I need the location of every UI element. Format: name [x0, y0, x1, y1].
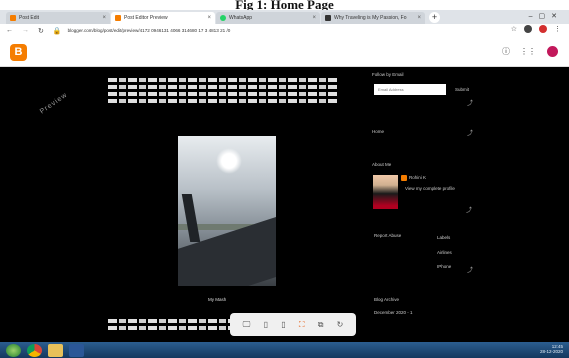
forward-icon[interactable]: → [22, 27, 29, 34]
text-line [108, 85, 338, 89]
plane-tail [181, 194, 201, 242]
window-controls[interactable]: –▢✕ [529, 12, 563, 20]
text-line [108, 319, 238, 323]
tab-whatsapp[interactable]: WhatsApp × [216, 12, 320, 24]
follow-by-email-heading: Follow by Email [372, 72, 404, 77]
profile-icon[interactable] [539, 25, 547, 33]
tab-label: Post Editor Preview [124, 15, 168, 21]
clock-date: 28-12-2020 [539, 349, 563, 354]
help-icon[interactable]: ⓘ [502, 46, 510, 57]
address-bar: ← → ↻ 🔒 blogger.com/blog/post/edit/previ… [0, 24, 569, 37]
tab-post-edit[interactable]: Post Edit × [6, 12, 110, 24]
sun-glare [216, 148, 242, 174]
tablet-preview-icon[interactable]: ▯ [264, 320, 268, 329]
app-bar-actions: ⓘ ⋮⋮ [502, 45, 559, 58]
blogger-logo-icon[interactable]: B [10, 44, 27, 61]
figure-caption: Fig 1: Home Page [0, 0, 569, 10]
windows-taskbar: 12:45 28-12-2020 [0, 342, 569, 358]
refresh-icon[interactable]: ↻ [337, 320, 344, 329]
close-tab-icon[interactable]: × [207, 15, 211, 21]
home-link[interactable]: Home [372, 129, 384, 134]
mobile-preview-icon[interactable]: ▯ [281, 320, 285, 329]
share-icon[interactable]: ⤴ [466, 205, 472, 214]
chrome-taskbar-icon[interactable] [27, 343, 42, 357]
back-icon[interactable]: ← [6, 27, 13, 34]
url-field[interactable]: blogger.com/blog/post/edit/preview/4172 … [68, 28, 231, 33]
copy-icon[interactable]: ⧉ [318, 320, 324, 330]
profile-name[interactable]: Rohini K [409, 175, 426, 180]
tab-label: Post Edit [19, 15, 40, 21]
close-tab-icon[interactable]: × [312, 15, 316, 21]
tab-label: Why Traveling is My Passion, Fo [334, 15, 407, 21]
reload-icon[interactable]: ↻ [38, 27, 44, 35]
tab-label: WhatsApp [229, 15, 253, 21]
post-body-text-bottom [108, 319, 238, 333]
report-abuse-link[interactable]: Report Abuse [374, 232, 401, 239]
file-explorer-icon[interactable] [48, 343, 63, 357]
desktop-preview-icon[interactable]: 🖵 [243, 320, 251, 330]
whatsapp-favicon-icon [220, 15, 226, 21]
page-favicon-icon [325, 15, 331, 21]
report-abuse-label: Report Abuse [374, 233, 402, 238]
menu-icon[interactable]: ⋮ [554, 25, 561, 33]
about-me-heading: About Me [372, 162, 392, 167]
photo-caption: My Mash [208, 297, 227, 302]
new-tab-icon[interactable]: + [429, 12, 440, 23]
view-profile-link[interactable]: View my complete profile [405, 186, 455, 191]
post-body-text [108, 78, 338, 106]
blogger-app-bar: B ⓘ ⋮⋮ [0, 37, 569, 67]
text-line [108, 99, 338, 103]
share-icon[interactable]: ⤴ [467, 265, 473, 274]
device-preview-toolbar: 🖵 ▯ ▯ ⛶ ⧉ ↻ [230, 313, 356, 336]
email-input[interactable]: Email Address [374, 84, 446, 95]
share-icon[interactable]: ⤴ [467, 98, 473, 107]
fullscreen-icon[interactable]: ⛶ [299, 320, 305, 330]
archive-item[interactable]: December 2020 - 1 [374, 310, 413, 315]
post-photo-airplane-wing [178, 136, 276, 286]
text-line [108, 326, 238, 330]
word-taskbar-icon[interactable] [69, 343, 84, 357]
blogger-favicon-icon [115, 15, 121, 21]
submit-button[interactable]: Submit [455, 87, 469, 92]
tab-post-editor-preview[interactable]: Post Editor Preview × [111, 12, 215, 24]
share-icon[interactable]: ⤴ [467, 128, 473, 137]
blog-archive-heading: Blog Archive [374, 297, 400, 302]
profile-photo[interactable] [373, 175, 398, 209]
blogger-favicon-icon [10, 15, 16, 21]
start-button-icon[interactable] [6, 343, 21, 357]
text-line [108, 78, 338, 82]
system-tray-clock[interactable]: 12:45 28-12-2020 [540, 344, 563, 354]
tab-travel-post[interactable]: Why Traveling is My Passion, Fo × [321, 12, 425, 24]
lock-icon: 🔒 [52, 27, 62, 35]
star-icon[interactable]: ☆ [511, 25, 517, 33]
apps-grid-icon[interactable]: ⋮⋮ [520, 47, 536, 56]
label-airlines[interactable]: Airlines [437, 250, 452, 255]
label-iphone[interactable]: IPhone [437, 264, 451, 269]
blogger-profile-icon [401, 175, 407, 181]
preview-area [0, 67, 569, 342]
close-tab-icon[interactable]: × [417, 15, 421, 21]
text-line [108, 92, 338, 96]
browser-toolbar-icons: ☆ ⋮ [511, 25, 561, 33]
account-avatar[interactable] [546, 45, 559, 58]
extension-icon[interactable] [524, 25, 532, 33]
close-tab-icon[interactable]: × [102, 15, 106, 21]
browser-tab-bar: Post Edit × Post Editor Preview × WhatsA… [0, 10, 569, 24]
labels-heading: Labels [437, 235, 451, 240]
screenshot: Fig 1: Home Page Post Edit × Post Editor… [0, 0, 569, 358]
